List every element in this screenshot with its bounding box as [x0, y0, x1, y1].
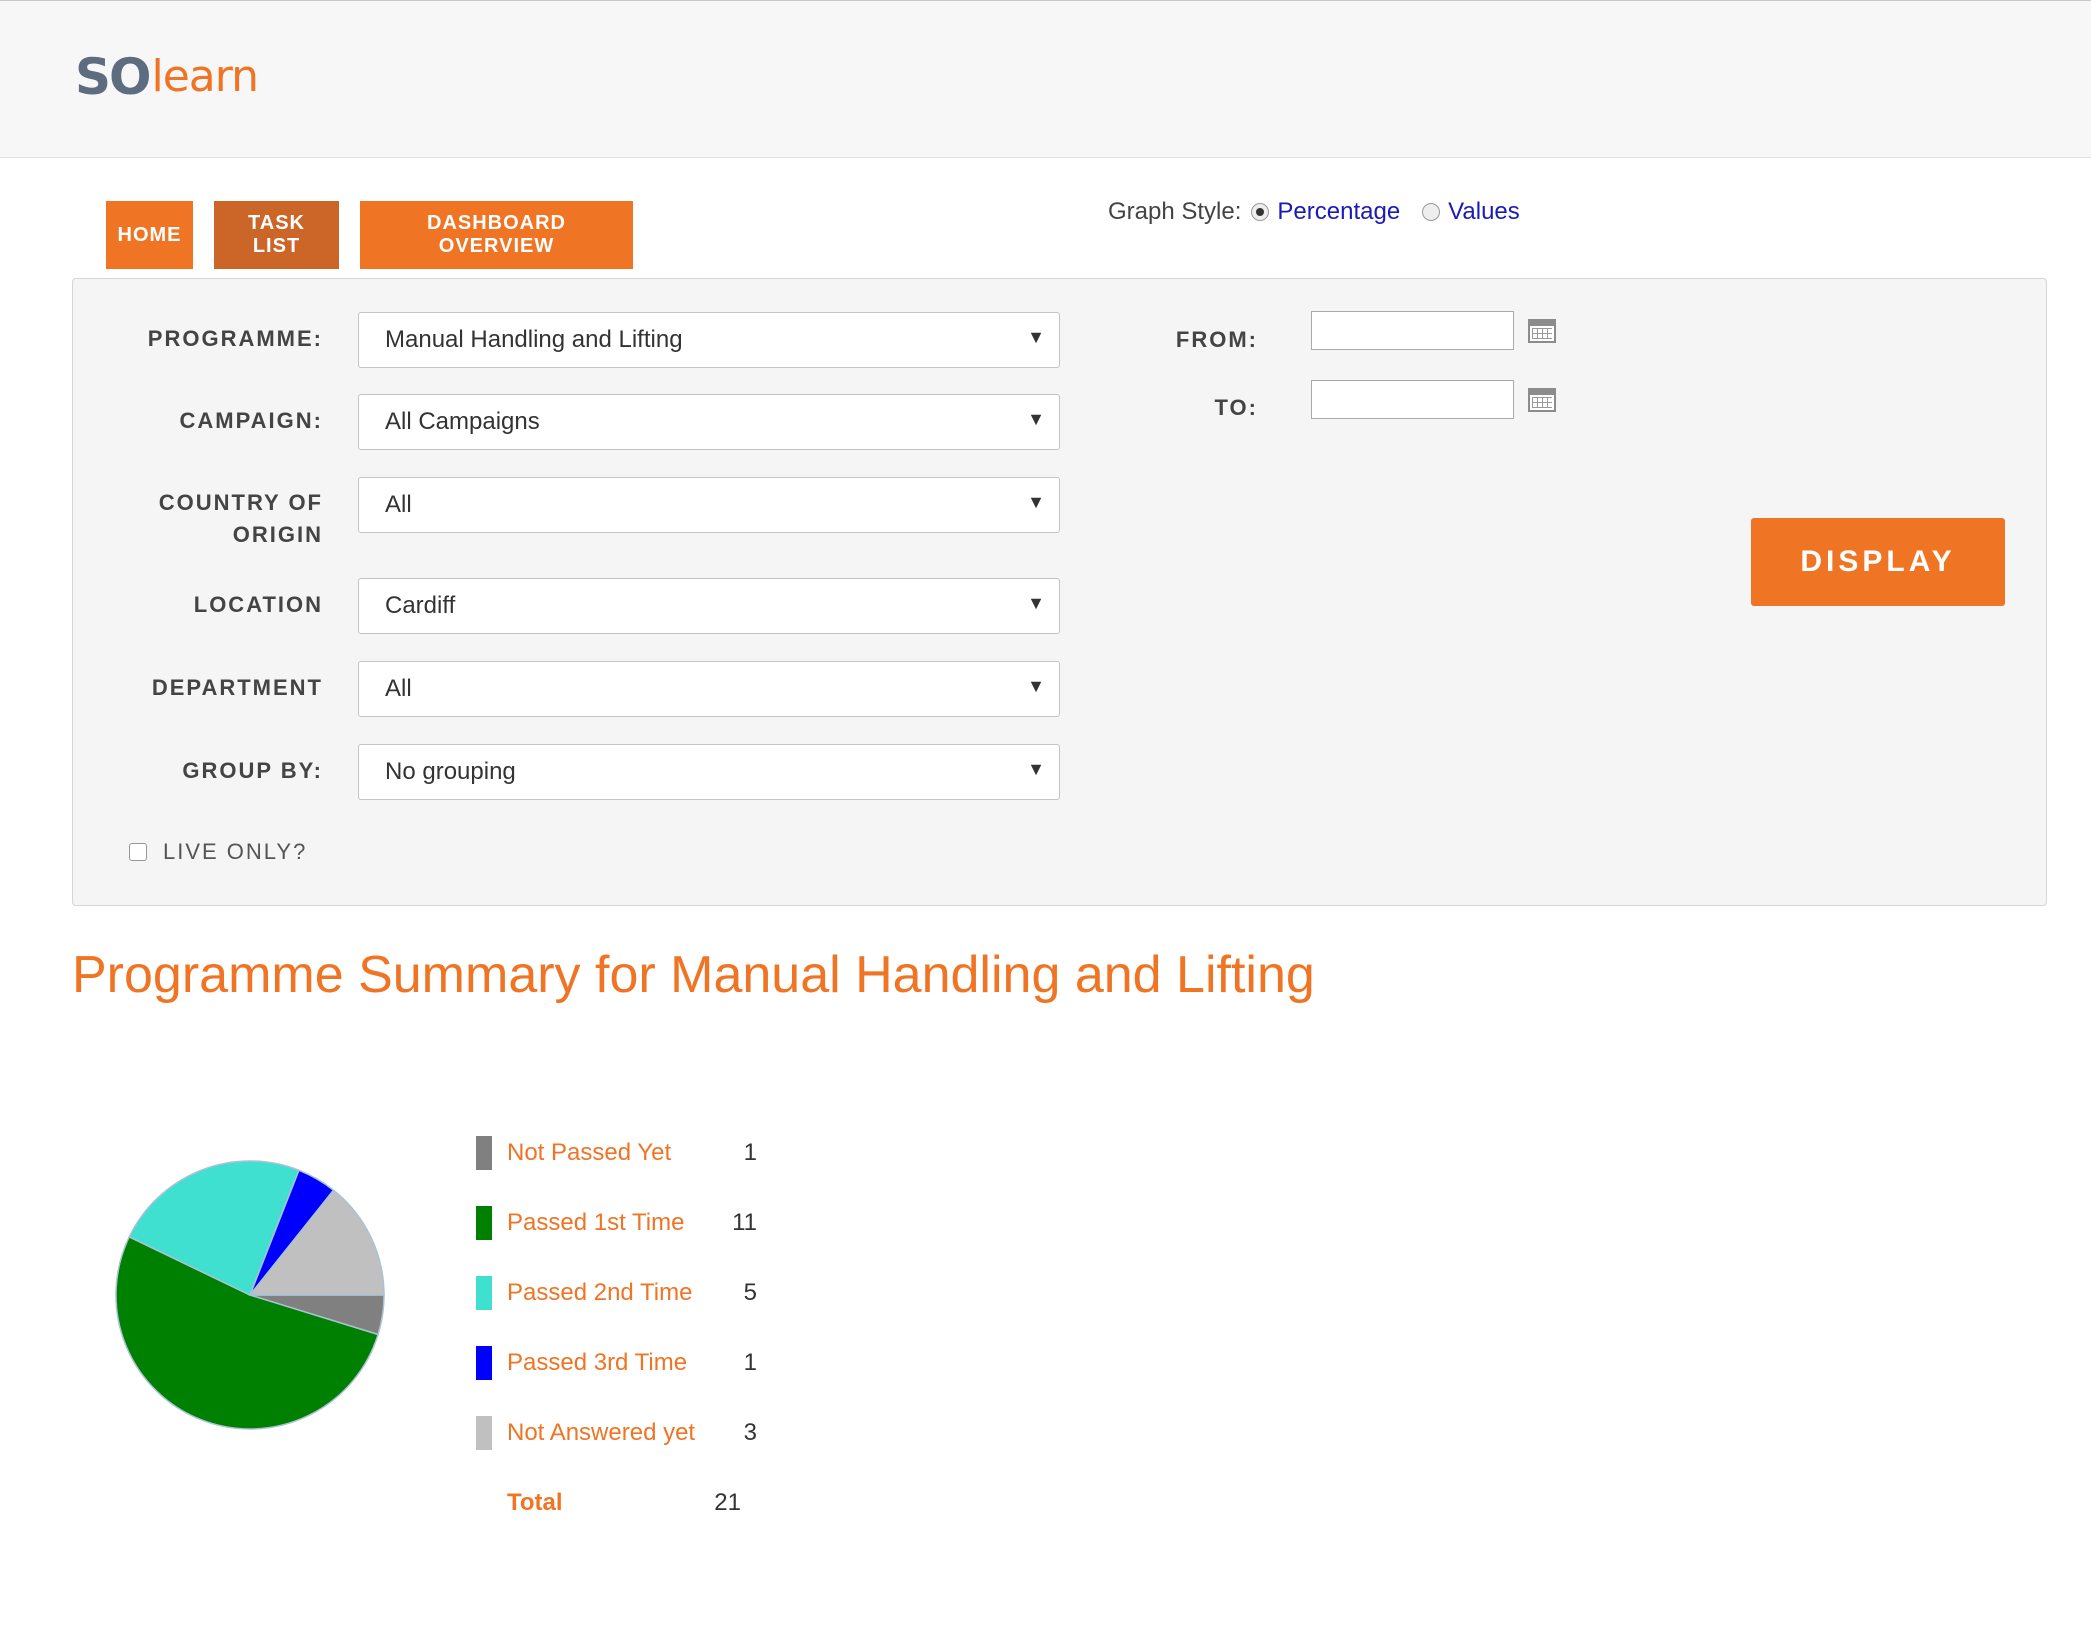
nav-dashboard-overview-button[interactable]: DASHBOARD OVERVIEW	[360, 201, 633, 269]
to-label: TO:	[1214, 395, 1258, 420]
legend-value: 1	[743, 1349, 757, 1376]
location-select-value: Cardiff	[385, 592, 456, 619]
chevron-down-icon: ▼	[1027, 593, 1045, 613]
legend-swatch	[476, 1136, 492, 1170]
legend-item: Not Passed Yet 1	[476, 1118, 776, 1188]
calendar-icon[interactable]	[1528, 319, 1556, 343]
campaign-select-value: All Campaigns	[385, 408, 540, 435]
live-only-checkbox[interactable]	[129, 843, 147, 861]
programme-summary-title: Programme Summary for Manual Handling an…	[72, 946, 1315, 1004]
legend-label[interactable]: Passed 2nd Time	[507, 1279, 697, 1307]
percentage-option-label[interactable]: Percentage	[1277, 198, 1400, 226]
legend-total-label: Total	[507, 1489, 563, 1516]
department-label: DEPARTMENT	[151, 675, 323, 700]
legend-label[interactable]: Passed 3rd Time	[507, 1349, 697, 1377]
legend-total-row: Total 21	[476, 1468, 776, 1538]
summary-pie-chart	[115, 1160, 385, 1430]
chevron-down-icon: ▼	[1027, 676, 1045, 696]
values-option-label[interactable]: Values	[1448, 198, 1520, 226]
programme-label: PROGRAMME:	[147, 326, 323, 351]
chevron-down-icon: ▼	[1027, 492, 1045, 512]
filter-panel: PROGRAMME: Manual Handling and Lifting ▼…	[72, 278, 2047, 906]
legend-value: 1	[743, 1139, 757, 1166]
live-only-option: LIVE ONLY?	[129, 839, 307, 865]
location-select[interactable]: Cardiff ▼	[358, 578, 1060, 634]
logo-learn-text: learn	[151, 51, 259, 102]
legend-swatch	[476, 1206, 492, 1240]
legend-item: Passed 1st Time 11	[476, 1188, 776, 1258]
header-bar: SO learn	[0, 0, 2091, 158]
country-label-line1: COUNTRY OF	[158, 490, 323, 515]
legend-label[interactable]: Passed 1st Time	[507, 1209, 697, 1237]
programme-select-value: Manual Handling and Lifting	[385, 326, 683, 353]
country-of-origin-select[interactable]: All ▼	[358, 477, 1060, 533]
nav-task-list-button[interactable]: TASK LIST	[214, 201, 339, 269]
chevron-down-icon: ▼	[1027, 327, 1045, 347]
location-label: LOCATION	[193, 592, 323, 617]
nav-home-button[interactable]: HOME	[106, 201, 193, 269]
legend-item: Passed 3rd Time 1	[476, 1328, 776, 1398]
group-by-select-value: No grouping	[385, 758, 516, 785]
chevron-down-icon: ▼	[1027, 759, 1045, 779]
department-select-value: All	[385, 675, 412, 702]
graph-style-label: Graph Style:	[1108, 198, 1242, 225]
from-date-input[interactable]	[1311, 311, 1514, 350]
country-of-origin-label: COUNTRY OF ORIGIN	[73, 487, 323, 551]
solearn-logo[interactable]: SO learn	[75, 48, 259, 106]
to-date-input[interactable]	[1311, 380, 1514, 419]
department-select[interactable]: All ▼	[358, 661, 1060, 717]
campaign-label: CAMPAIGN:	[179, 408, 323, 433]
campaign-select[interactable]: All Campaigns ▼	[358, 394, 1060, 450]
from-label: FROM:	[1175, 327, 1258, 352]
legend-label[interactable]: Not Passed Yet	[507, 1139, 697, 1167]
group-by-select[interactable]: No grouping ▼	[358, 744, 1060, 800]
legend-value: 5	[743, 1279, 757, 1306]
percentage-radio[interactable]	[1251, 203, 1270, 221]
values-radio[interactable]	[1422, 203, 1441, 221]
legend-item: Not Answered yet 3	[476, 1398, 776, 1468]
country-select-value: All	[385, 491, 412, 518]
legend-swatch	[476, 1346, 492, 1380]
chevron-down-icon: ▼	[1027, 409, 1045, 429]
legend-swatch	[476, 1416, 492, 1450]
country-label-line2: ORIGIN	[232, 522, 323, 547]
legend-label[interactable]: Not Answered yet	[507, 1419, 697, 1447]
legend-swatch	[476, 1276, 492, 1310]
legend-item: Passed 2nd Time 5	[476, 1258, 776, 1328]
legend-value: 11	[732, 1209, 757, 1236]
logo-so-text: SO	[75, 48, 152, 106]
display-button[interactable]: DISPLAY	[1751, 518, 2005, 606]
main-nav: HOME TASK LIST DASHBOARD OVERVIEW	[106, 201, 633, 269]
graph-style-selector: Graph Style: Percentage Values	[1108, 198, 1520, 226]
live-only-label[interactable]: LIVE ONLY?	[163, 839, 307, 865]
legend-total-value: 21	[714, 1489, 741, 1516]
calendar-icon[interactable]	[1528, 388, 1556, 412]
group-by-label: GROUP BY:	[182, 758, 323, 783]
legend-value: 3	[743, 1419, 757, 1446]
chart-legend: Not Passed Yet 1 Passed 1st Time 11 Pass…	[476, 1118, 776, 1538]
programme-select[interactable]: Manual Handling and Lifting ▼	[358, 312, 1060, 368]
